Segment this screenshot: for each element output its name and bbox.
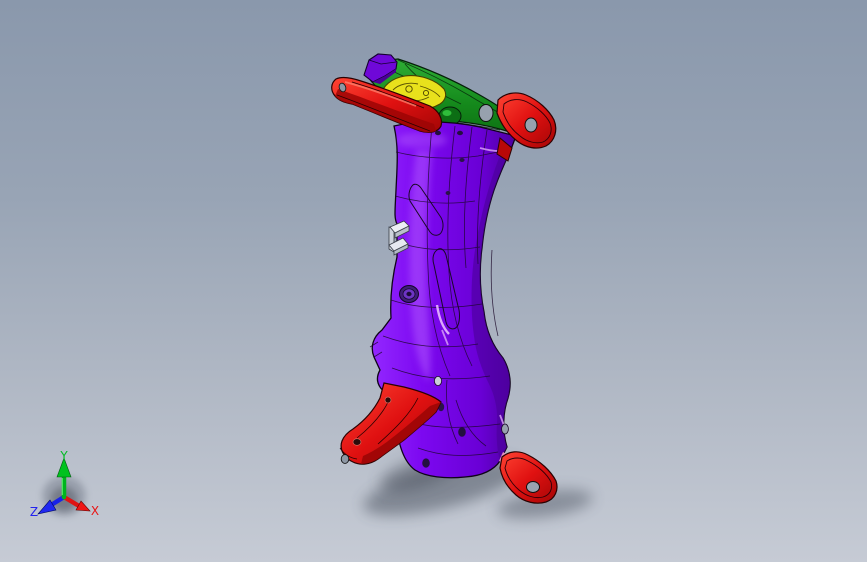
triad-z-label: Z bbox=[30, 505, 38, 519]
upper-right-bracket-hole bbox=[524, 117, 538, 133]
bushing-highlight bbox=[442, 110, 452, 116]
model-part-lower-right-bracket[interactable] bbox=[499, 451, 558, 504]
lower-left-arm-hole bbox=[340, 454, 350, 464]
frame-hole bbox=[459, 158, 465, 162]
crossmember-hole bbox=[478, 104, 494, 122]
lower-left-arm-hole bbox=[352, 438, 362, 446]
frame-washer-boss bbox=[399, 285, 419, 303]
lower-right-bracket-hole bbox=[526, 481, 540, 493]
frame-hole bbox=[458, 427, 466, 437]
frame-hole-through bbox=[433, 375, 442, 386]
triad-y-label: Y bbox=[59, 449, 68, 463]
lower-left-arm-hole bbox=[384, 396, 392, 404]
orientation-triad: Y Z X bbox=[30, 449, 99, 519]
model-part-upper-right-bracket[interactable] bbox=[496, 92, 557, 162]
frame-hole bbox=[422, 458, 430, 468]
cad-viewport[interactable]: Y Z X bbox=[0, 0, 867, 562]
model-canvas[interactable]: Y Z X bbox=[0, 0, 867, 562]
frame-hole-through bbox=[501, 423, 509, 435]
triad-x-label: X bbox=[91, 504, 99, 518]
frame-hole bbox=[457, 130, 463, 136]
frame-hole bbox=[445, 191, 451, 195]
